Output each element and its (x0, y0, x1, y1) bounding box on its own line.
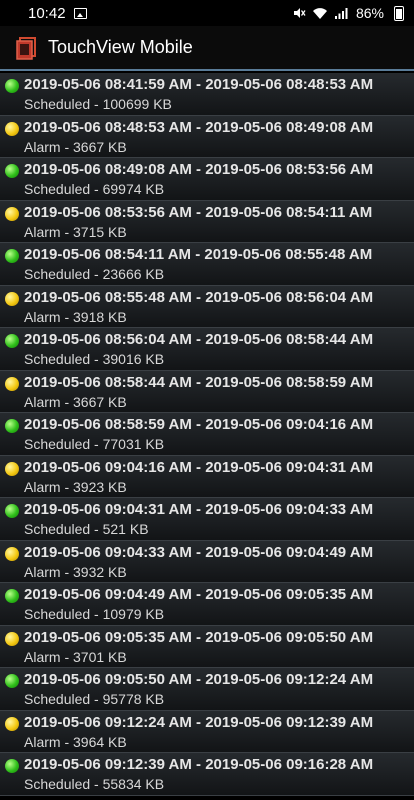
recording-row[interactable]: 2019-05-06 08:48:53 AM - 2019-05-06 08:4… (0, 115, 414, 158)
app-bar: TouchView Mobile (0, 26, 414, 71)
status-yellow-icon (5, 376, 19, 391)
recording-row[interactable]: 2019-05-06 08:53:56 AM - 2019-05-06 08:5… (0, 200, 414, 243)
recording-row[interactable]: 2019-05-06 09:04:16 AM - 2019-05-06 09:0… (0, 455, 414, 498)
status-yellow-icon (5, 291, 19, 306)
status-yellow-icon (5, 631, 19, 646)
recording-detail: Scheduled - 39016 KB (24, 351, 165, 367)
recording-detail: Scheduled - 55834 KB (24, 776, 165, 792)
recording-row[interactable]: 2019-05-06 08:56:04 AM - 2019-05-06 08:5… (0, 328, 414, 371)
recording-row[interactable]: 2019-05-06 08:58:59 AM - 2019-05-06 09:0… (0, 413, 414, 456)
status-green-icon (5, 759, 19, 773)
image-notification-icon (73, 7, 87, 19)
status-green-icon (5, 249, 19, 263)
status-green-icon (5, 419, 19, 433)
status-yellow-icon (5, 716, 19, 731)
recording-detail: Alarm - 3667 KB (24, 138, 127, 155)
recording-time-range: 2019-05-06 08:56:04 AM - 2019-05-06 08:5… (24, 331, 374, 348)
recording-time-range: 2019-05-06 08:55:48 AM - 2019-05-06 08:5… (24, 288, 374, 306)
status-green-icon (5, 334, 19, 348)
recording-time-range: 2019-05-06 09:12:39 AM - 2019-05-06 09:1… (24, 756, 374, 773)
recording-row[interactable]: 2019-05-06 09:04:49 AM - 2019-05-06 09:0… (0, 583, 414, 626)
recording-row[interactable]: 2019-05-06 08:49:08 AM - 2019-05-06 08:5… (0, 158, 414, 201)
recording-time-range: 2019-05-06 09:05:50 AM - 2019-05-06 09:1… (24, 671, 374, 688)
recording-row[interactable]: 2019-05-06 09:04:31 AM - 2019-05-06 09:0… (0, 498, 414, 541)
system-icons: 86% (292, 5, 404, 21)
app-title: TouchView Mobile (48, 37, 193, 57)
recording-detail: Scheduled - 521 KB (24, 521, 149, 537)
recording-detail: Scheduled - 95778 KB (24, 691, 165, 707)
battery-icon (394, 5, 404, 21)
recording-row[interactable]: 2019-05-06 08:41:59 AM - 2019-05-06 08:4… (0, 73, 414, 116)
recording-time-range: 2019-05-06 09:04:33 AM - 2019-05-06 09:0… (24, 543, 374, 561)
wifi-icon (312, 7, 327, 19)
status-green-icon (5, 164, 19, 178)
recording-detail: Scheduled - 69974 KB (24, 181, 165, 197)
recording-row[interactable]: 2019-05-06 09:12:24 AM - 2019-05-06 09:1… (0, 710, 414, 753)
recording-list: 2019-05-06 08:41:59 AM - 2019-05-06 08:4… (0, 73, 414, 800)
recording-detail: Scheduled - 100699 KB (24, 96, 172, 112)
mute-icon (293, 8, 306, 18)
recording-detail: Alarm - 3715 KB (24, 223, 127, 240)
status-yellow-icon (5, 121, 19, 136)
recording-detail: Alarm - 3923 KB (24, 478, 127, 495)
recording-detail: Alarm - 3964 KB (24, 733, 127, 750)
status-green-icon (5, 674, 19, 688)
recording-row[interactable]: 2019-05-06 09:05:35 AM - 2019-05-06 09:0… (0, 625, 414, 668)
recording-row[interactable]: 2019-05-06 09:05:50 AM - 2019-05-06 09:1… (0, 668, 414, 711)
recording-time-range: 2019-05-06 08:41:59 AM - 2019-05-06 08:4… (24, 76, 374, 93)
recording-row[interactable]: 2019-05-06 08:58:44 AM - 2019-05-06 08:5… (0, 370, 414, 413)
recording-detail: Alarm - 3918 KB (24, 308, 127, 325)
status-yellow-icon (5, 206, 19, 221)
recording-time-range: 2019-05-06 08:54:11 AM - 2019-05-06 08:5… (24, 246, 373, 263)
status-green-icon (5, 589, 19, 603)
status-yellow-icon (5, 461, 19, 476)
recording-detail: Alarm - 3932 KB (24, 563, 127, 580)
touchview-logo-icon (16, 36, 36, 60)
recording-detail: Scheduled - 23666 KB (24, 266, 165, 282)
recording-row[interactable]: 2019-05-06 08:55:48 AM - 2019-05-06 08:5… (0, 285, 414, 328)
recording-time-range: 2019-05-06 08:53:56 AM - 2019-05-06 08:5… (24, 203, 373, 221)
battery-percentage: 86% (355, 5, 384, 21)
recording-row[interactable]: 2019-05-06 09:04:33 AM - 2019-05-06 09:0… (0, 540, 414, 583)
recording-time-range: 2019-05-06 09:05:35 AM - 2019-05-06 09:0… (24, 628, 374, 646)
status-yellow-icon (5, 546, 19, 561)
status-bar: 10:42 86% (0, 0, 414, 26)
recording-time-range: 2019-05-06 08:58:59 AM - 2019-05-06 09:0… (24, 416, 374, 433)
recording-time-range: 2019-05-06 09:12:24 AM - 2019-05-06 09:1… (24, 713, 374, 731)
status-green-icon (5, 504, 19, 518)
recording-detail: Scheduled - 77031 KB (24, 436, 165, 452)
recording-time-range: 2019-05-06 08:58:44 AM - 2019-05-06 08:5… (24, 373, 374, 391)
recording-time-range: 2019-05-06 08:48:53 AM - 2019-05-06 08:4… (24, 118, 374, 136)
recording-row[interactable]: 2019-05-06 09:12:39 AM - 2019-05-06 09:1… (0, 753, 414, 796)
status-green-icon (5, 79, 19, 93)
recording-time-range: 2019-05-06 08:49:08 AM - 2019-05-06 08:5… (24, 161, 374, 178)
recording-time-range: 2019-05-06 09:04:16 AM - 2019-05-06 09:0… (24, 458, 374, 476)
recording-time-range: 2019-05-06 09:04:31 AM - 2019-05-06 09:0… (24, 501, 374, 518)
recording-detail: Scheduled - 10979 KB (24, 606, 165, 622)
recording-detail: Alarm - 3701 KB (24, 648, 127, 665)
recording-time-range: 2019-05-06 09:04:49 AM - 2019-05-06 09:0… (24, 586, 374, 603)
recording-row[interactable]: 2019-05-06 08:54:11 AM - 2019-05-06 08:5… (0, 243, 414, 286)
clock: 10:42 (28, 4, 66, 22)
recording-detail: Alarm - 3667 KB (24, 393, 127, 410)
signal-icon (334, 7, 348, 19)
